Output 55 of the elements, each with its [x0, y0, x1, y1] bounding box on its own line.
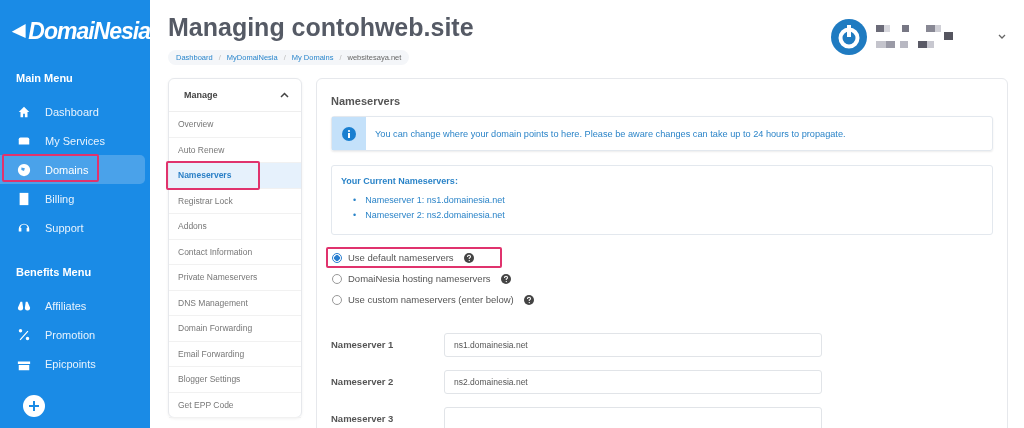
manage-menu-item[interactable]: Email Forwarding [169, 341, 301, 367]
radio-button[interactable] [332, 294, 342, 305]
nameserver-input[interactable]: ns1.domainesia.net [444, 332, 822, 357]
radio-button[interactable] [332, 252, 342, 263]
help-icon[interactable] [463, 252, 474, 263]
nameserver-input[interactable]: ns2.domainesia.net [444, 369, 822, 394]
logo-text: DomaiNesia [28, 17, 150, 45]
sidebar-item[interactable]: My Services [0, 126, 145, 155]
sidebar-item[interactable]: Support [0, 213, 145, 242]
sidebar-item[interactable]: Promotion [0, 320, 145, 349]
add-button[interactable] [23, 395, 45, 417]
caret-icon[interactable] [998, 34, 1006, 40]
percent-icon [17, 327, 31, 342]
power-logo-icon [830, 18, 868, 56]
nameserver-entry: Nameserver 1: ns1.domainesia.net [365, 194, 505, 207]
section-title: Nameservers [331, 95, 402, 107]
current-nameservers-title: Your Current Nameservers: [341, 176, 459, 186]
manage-menu-item[interactable]: Get EPP Code [169, 392, 301, 418]
field-label: Nameserver 2 [331, 376, 395, 387]
manage-menu-item[interactable]: DNS Management [169, 290, 301, 316]
manage-menu-item[interactable]: Registrar Lock [169, 188, 301, 214]
help-icon[interactable] [523, 294, 534, 305]
help-icon[interactable] [500, 273, 511, 284]
manage-menu-item[interactable]: Addons [169, 214, 301, 240]
page-title: Managing contohweb.site [168, 13, 474, 42]
info-text: You can change where your domain points to here. Please be aware changes can take up to 24 hours to propagate. [374, 128, 846, 139]
radio-button[interactable] [332, 273, 342, 284]
nameserver-entry: Nameserver 2: ns2.domainesia.net [365, 209, 505, 222]
menu-heading: Main Menu [15, 72, 74, 84]
sidebar-item[interactable]: Billing [0, 184, 145, 213]
menu-heading: Benefits Menu [15, 266, 93, 278]
manage-menu-item[interactable]: Private Nameservers [169, 265, 301, 291]
field-label: Nameserver 3 [331, 413, 395, 424]
collapse-icon[interactable] [280, 92, 289, 98]
bullet: • [353, 209, 357, 222]
nameserver-input[interactable] [444, 406, 822, 428]
manage-menu-item[interactable]: Contact Information [169, 239, 301, 265]
home-icon [17, 104, 31, 119]
manage-menu-item[interactable]: Blogger Settings [169, 367, 301, 393]
manage-menu-item[interactable]: Domain Forwarding [169, 316, 301, 342]
sidebar-item[interactable]: Affiliates [0, 291, 145, 320]
manage-menu-item[interactable]: Nameservers [169, 163, 301, 189]
logo-arrow-icon [10, 21, 28, 41]
globe-icon [17, 162, 31, 177]
radio-option[interactable]: Use custom nameservers (enter below) [326, 289, 562, 310]
info-icon [342, 126, 356, 141]
plus-icon [28, 400, 40, 412]
bullet: • [353, 194, 357, 207]
radio-option[interactable]: Use default nameservers [326, 247, 502, 268]
panel-title: Manage [184, 90, 218, 100]
radio-option[interactable]: DomaiNesia hosting nameservers [326, 268, 539, 289]
sidebar-item[interactable]: Dashboard [0, 97, 145, 126]
manage-menu-item[interactable]: Overview [169, 112, 301, 138]
field-label: Nameserver 1 [331, 339, 395, 350]
sidebar-item[interactable]: Epicpoints [0, 349, 145, 378]
